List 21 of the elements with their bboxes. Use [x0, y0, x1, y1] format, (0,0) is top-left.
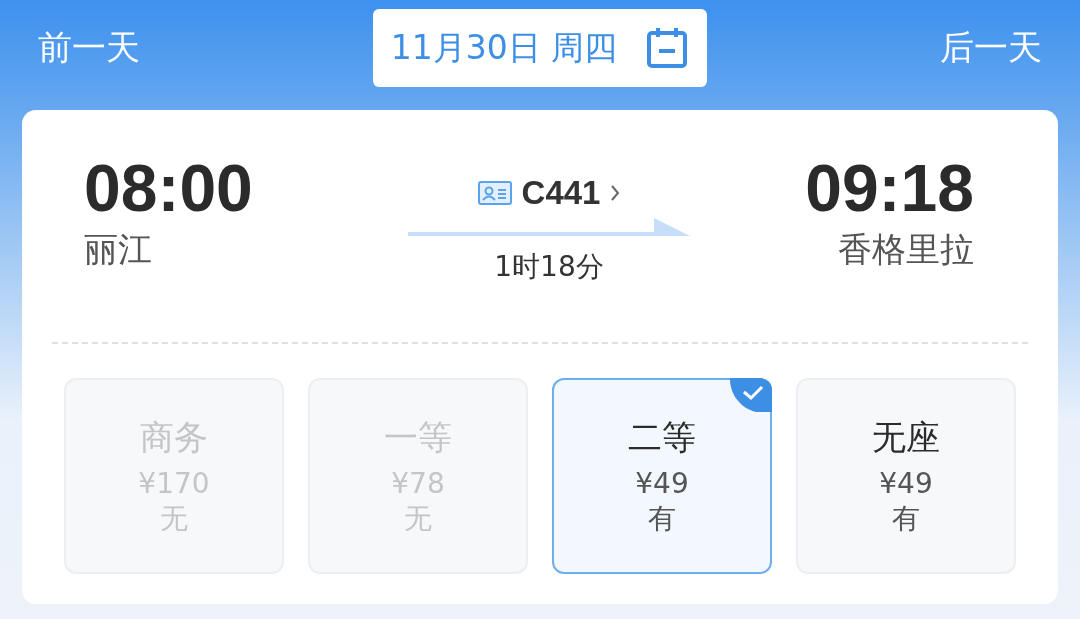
previous-day-link[interactable]: 前一天	[38, 25, 140, 71]
calendar-icon	[645, 26, 690, 70]
departure-station: 丽江	[84, 228, 152, 272]
seat-option[interactable]: 二等 ¥49 有	[552, 378, 772, 574]
departure-time: 08:00	[84, 154, 253, 224]
chevron-icon	[610, 184, 621, 202]
check-icon	[730, 378, 772, 412]
seat-class: 无座	[872, 415, 940, 459]
next-day-link[interactable]: 后一天	[940, 25, 1042, 71]
arrival-station: 香格里拉	[838, 228, 974, 272]
date-picker[interactable]: 11月30日 周四	[372, 9, 708, 87]
arrival-time: 09:18	[805, 154, 974, 224]
seat-availability: 有	[892, 500, 920, 537]
id-card-icon	[477, 181, 512, 205]
seat-option[interactable]: 无座 ¥49 有	[796, 378, 1016, 574]
seat-class: 二等	[628, 415, 696, 459]
seat-price: ¥49	[879, 466, 933, 500]
train-number-link[interactable]: C441	[521, 174, 601, 212]
seat-price: ¥49	[635, 466, 689, 500]
seat-availability: 有	[648, 500, 676, 537]
duration: 1时18分	[494, 249, 604, 285]
